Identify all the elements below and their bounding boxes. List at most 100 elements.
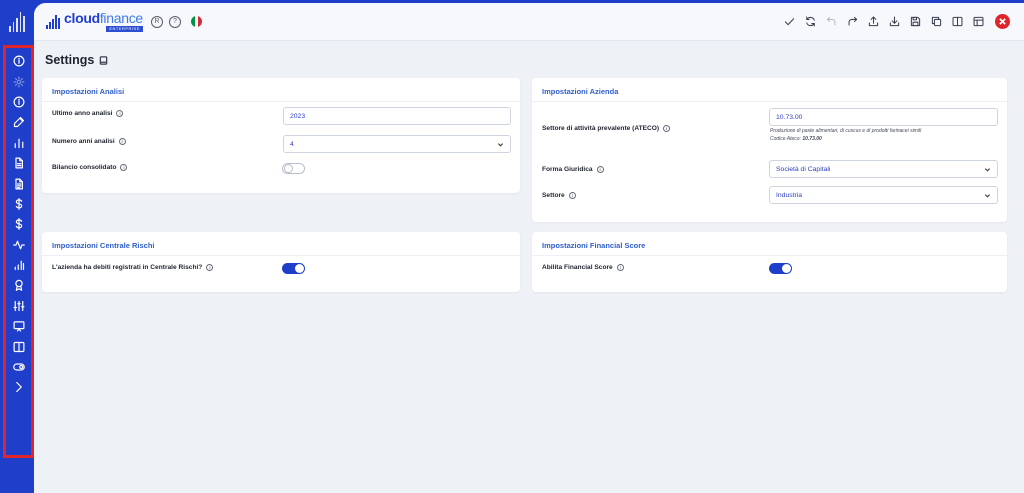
label-text: Settore (542, 192, 565, 199)
label-text: Bilancio consolidato (52, 164, 117, 171)
toggle-knob (284, 164, 293, 173)
brand-logo[interactable]: cloudfinance ENTERPRISE (46, 11, 143, 32)
page-title: Settings (45, 53, 108, 67)
codice-ateco-line: Codice Ateco: 10.73.00 (770, 136, 921, 144)
ultimo-anno-input[interactable]: 2023 (283, 107, 511, 125)
brand-name-light: finance (99, 10, 143, 26)
redo-button[interactable] (845, 15, 859, 29)
check-icon (784, 18, 794, 26)
field-label: Numero anni analisi i (52, 138, 126, 145)
registered-icon[interactable]: R (150, 15, 163, 28)
card-title: Impostazioni Analisi (42, 78, 520, 102)
dollar-icon (15, 198, 22, 210)
select-value: Società di Capitali (776, 165, 831, 173)
dollar-alt-icon (15, 218, 22, 231)
info-icon[interactable]: i (120, 164, 128, 171)
save-button[interactable] (908, 15, 922, 29)
card-impostazioni-analisi: Impostazioni Analisi Ultimo anno analisi… (42, 78, 520, 193)
sidebar-item-10[interactable] (9, 255, 29, 275)
sidebar-item-14[interactable] (9, 336, 29, 356)
brand-bars-icon (46, 14, 60, 29)
sidebar-item-6[interactable] (9, 173, 29, 193)
toggle-knob (295, 264, 304, 273)
sidebar-item-4[interactable] (9, 133, 29, 153)
upload-button[interactable] (866, 15, 880, 29)
sidebar-item-13[interactable] (9, 316, 29, 336)
numero-anni-select[interactable]: 4 (283, 135, 511, 153)
refresh-icon (805, 16, 815, 27)
forma-giuridica-select[interactable]: Società di Capitali (769, 160, 998, 178)
centrale-rischi-toggle[interactable] (282, 263, 305, 274)
document-icon (14, 157, 23, 169)
sidebar-icon-list (6, 51, 31, 398)
info-icon[interactable]: i (118, 138, 126, 145)
info-icon[interactable]: i (568, 192, 576, 199)
label-text: L'azienda ha debiti registrati in Centra… (52, 264, 203, 271)
sidebar-item-9[interactable] (9, 235, 29, 255)
sidebar-item-8[interactable] (9, 214, 29, 234)
page-title-text: Settings (45, 53, 95, 67)
undo-button[interactable] (824, 15, 838, 29)
field-label: Settore i (542, 192, 576, 199)
download-button[interactable] (887, 15, 901, 29)
select-value: Industria (776, 191, 803, 199)
field-label: Settore di attività prevalente (ATECO) i (542, 125, 671, 132)
sidebar-item-11[interactable] (9, 275, 29, 295)
info-icon (13, 55, 24, 67)
info-icon[interactable]: i (206, 264, 214, 271)
edit-icon (13, 117, 24, 128)
monitor-icon (13, 321, 24, 332)
document-lines-icon (14, 178, 23, 190)
check-button[interactable] (782, 15, 796, 29)
signal-chart-icon (14, 260, 24, 271)
redo-icon (848, 16, 857, 26)
field-label: Bilancio consolidato i (52, 164, 128, 171)
ateco-hint: Produzione di paste alimentari, di cuscu… (770, 128, 921, 143)
field-label: Ultimo anno analisi i (52, 110, 124, 117)
codice-ateco-label: Codice Ateco: (770, 135, 801, 142)
sidebar-item-0[interactable] (9, 51, 29, 71)
settore-select[interactable]: Industria (769, 186, 998, 204)
refresh-button[interactable] (803, 15, 817, 29)
info-icon[interactable]: i (616, 264, 624, 271)
card-title: Impostazioni Centrale Rischi (42, 232, 520, 256)
book-icon[interactable] (99, 55, 108, 65)
info-icon[interactable]: i (663, 125, 671, 132)
sidebar-item-3[interactable] (9, 112, 29, 132)
close-button[interactable] (995, 14, 1010, 29)
label-text: Abilita Financial Score (542, 264, 613, 271)
app-logo-icon[interactable] (9, 12, 25, 32)
help-icon[interactable]: ? (168, 15, 181, 28)
sidebar-item-2[interactable] (9, 92, 29, 112)
bilancio-consolidato-toggle[interactable] (282, 163, 305, 174)
info-icon[interactable]: i (116, 110, 124, 117)
copy-button[interactable] (929, 15, 943, 29)
ateco-description: Produzione di paste alimentari, di cuscu… (770, 128, 922, 134)
brand-name: cloudfinance (64, 11, 143, 25)
close-icon (999, 18, 1006, 25)
sliders-icon (13, 300, 24, 311)
settore-attivita-input[interactable]: 10.73.00 (769, 108, 998, 126)
top-bar: cloudfinance ENTERPRISE R ? (34, 3, 1024, 41)
sidebar-item-12[interactable] (9, 296, 29, 316)
split-view-button[interactable] (950, 15, 964, 29)
sidebar-item-16[interactable] (9, 377, 29, 397)
brand-text: cloudfinance ENTERPRISE (64, 11, 143, 32)
main-panel: cloudfinance ENTERPRISE R ? Settings Imp… (34, 3, 1024, 493)
sidebar (0, 0, 34, 493)
gear-icon (13, 76, 24, 88)
sidebar-item-5[interactable] (9, 153, 29, 173)
italian-flag-icon[interactable] (190, 16, 202, 27)
sidebar-item-7[interactable] (9, 194, 29, 214)
layout-button[interactable] (971, 15, 985, 29)
label-text: Forma Giuridica (542, 166, 593, 173)
sidebar-item-15[interactable] (9, 357, 29, 377)
brand-name-bold: cloud (64, 10, 100, 26)
financial-score-toggle[interactable] (769, 263, 792, 274)
award-icon (14, 280, 23, 292)
sidebar-item-1[interactable] (9, 71, 29, 91)
field-label: Abilita Financial Score i (542, 264, 624, 271)
label-text: Numero anni analisi (52, 138, 115, 145)
select-value: 4 (290, 140, 294, 148)
info-icon[interactable]: i (596, 166, 604, 173)
